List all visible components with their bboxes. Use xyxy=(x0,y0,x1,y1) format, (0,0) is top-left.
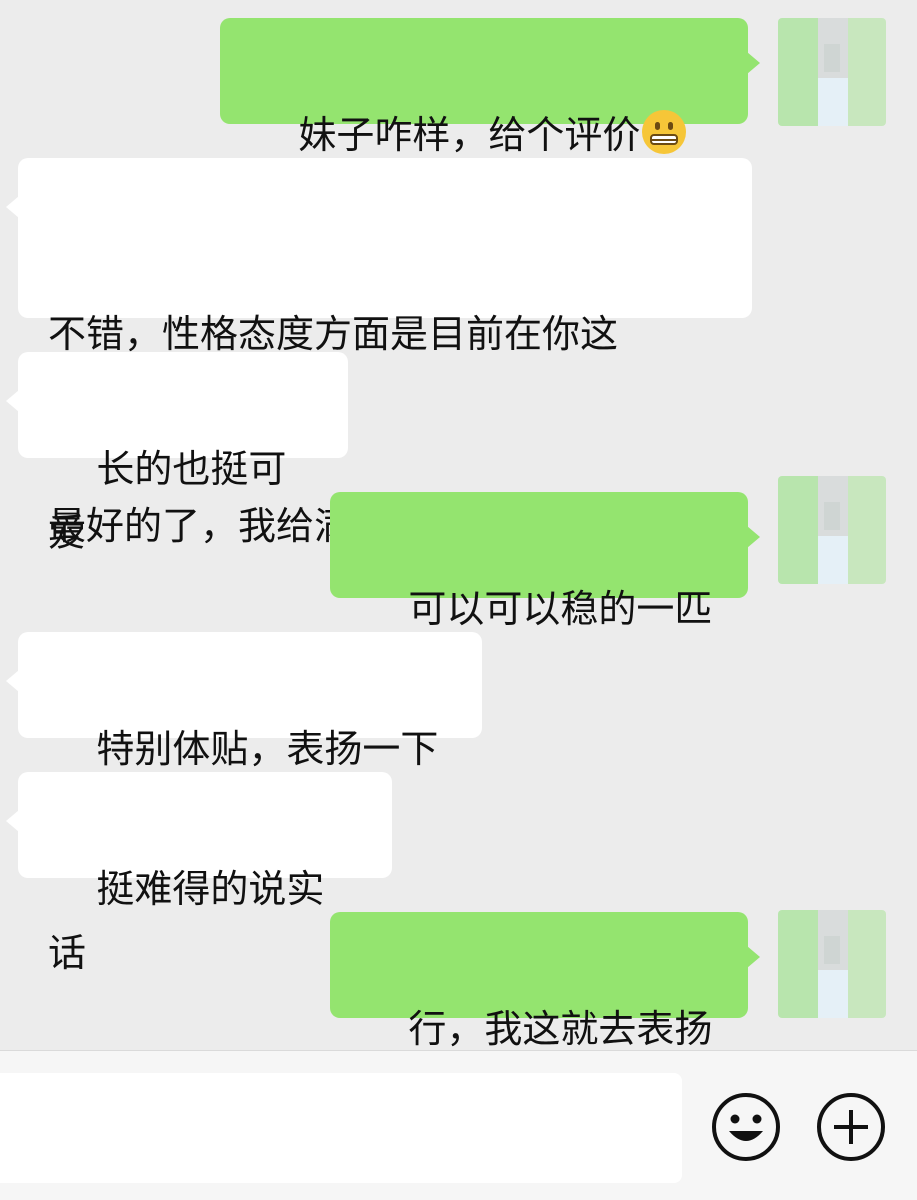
smiley-face-icon xyxy=(712,1093,780,1161)
message-bubble-outgoing[interactable]: 行，我这就去表扬 xyxy=(330,912,760,1051)
more-options-button[interactable] xyxy=(815,1091,887,1163)
message-input[interactable] xyxy=(0,1073,682,1183)
sender-avatar[interactable] xyxy=(778,910,886,1018)
message-bubble-incoming[interactable]: 不错，性格态度方面是目前在你这 最好的了，我给满分。 xyxy=(6,158,752,548)
message-text: 行，我这就去表扬 xyxy=(408,1007,713,1051)
message-text: 特别体贴，表扬一下 xyxy=(96,727,439,771)
message-bubble-incoming[interactable]: 长的也挺可爱 xyxy=(6,352,348,555)
message-bubble-outgoing[interactable]: 妹子咋样，给个评价 xyxy=(220,18,760,157)
message-text: 可以可以稳的一匹 xyxy=(408,587,713,631)
message-bubble-incoming[interactable]: 特别体贴，表扬一下 xyxy=(6,632,482,771)
message-bubble-incoming[interactable]: 挺难得的说实话 xyxy=(6,772,392,975)
message-input-bar xyxy=(0,1050,917,1200)
message-text: 妹子咋样，给个评价 xyxy=(298,113,641,157)
plus-circle-icon xyxy=(817,1093,885,1161)
grimacing-face-emoji xyxy=(642,110,687,154)
message-bubble-outgoing[interactable]: 可以可以稳的一匹 xyxy=(330,492,760,631)
chat-message-list[interactable]: 妹子咋样，给个评价 不错，性格态度方面是目前在你这 最好的了，我给满分。 长的也… xyxy=(0,0,917,1051)
emoji-button[interactable] xyxy=(710,1091,782,1163)
message-text: 挺难得的说实话 xyxy=(48,867,325,975)
sender-avatar[interactable] xyxy=(778,476,886,584)
sender-avatar[interactable] xyxy=(778,18,886,126)
